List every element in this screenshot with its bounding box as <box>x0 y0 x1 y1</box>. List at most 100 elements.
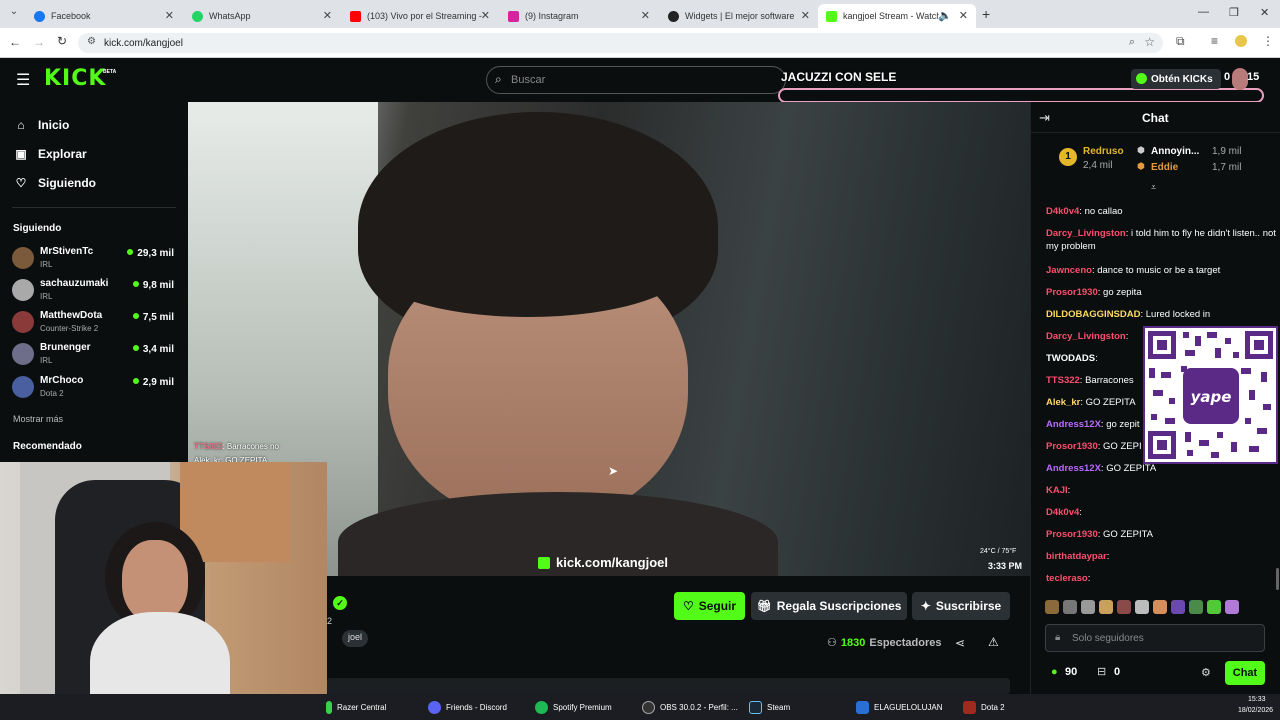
taskbar-item[interactable]: Steam <box>749 699 790 715</box>
chat-username[interactable]: tecleraso <box>1046 573 1088 584</box>
maximize-icon[interactable]: ❐ <box>1229 6 1239 19</box>
extensions-icon[interactable]: ⧉ <box>1176 34 1185 49</box>
taskbar-item[interactable]: Spotify Premium <box>535 699 612 715</box>
chat-username[interactable]: D4k0v4 <box>1046 507 1079 518</box>
chat-username[interactable]: Prosor1930 <box>1046 441 1098 452</box>
chat-username[interactable]: Andress12X <box>1046 419 1101 430</box>
search-input[interactable]: ⌕ Buscar <box>486 66 786 94</box>
minimize-icon[interactable]: — <box>1198 6 1209 18</box>
reload-icon[interactable]: ↻ <box>57 34 67 48</box>
chat-input[interactable]: 🔒︎ Solo seguidores <box>1045 624 1265 652</box>
browser-menu-icon[interactable]: ⋮ <box>1262 34 1274 48</box>
zoom-icon[interactable]: ⌕ <box>1129 36 1135 49</box>
emote-icon[interactable] <box>1135 600 1149 614</box>
window-close-icon[interactable]: ✕ <box>1260 6 1269 19</box>
subscribe-button[interactable]: ✦ Suscribirse <box>912 592 1010 620</box>
close-icon[interactable]: ✕ <box>165 9 174 22</box>
taskbar-item[interactable]: ELAGUELOLUJAN <box>856 699 942 715</box>
overlay-progress-bar <box>778 88 1264 103</box>
taskbar-item[interactable]: OBS 30.0.2 - Perfil: ... <box>642 699 738 715</box>
tab-whatsapp[interactable]: WhatsApp ✕ <box>184 4 340 28</box>
taskbar-item[interactable]: Friends - Discord <box>428 699 507 715</box>
channel-item[interactable]: Brunenger IRL 3,4 mil <box>12 340 176 368</box>
emote-icon[interactable] <box>1153 600 1167 614</box>
close-icon[interactable]: ✕ <box>959 9 968 22</box>
close-icon[interactable]: ✕ <box>323 9 332 22</box>
emote-icon[interactable] <box>1225 600 1239 614</box>
address-bar[interactable]: ⚙ kick.com/kangjoel ⌕ ☆ <box>78 33 1163 53</box>
emote-icon[interactable] <box>1189 600 1203 614</box>
site-info-icon[interactable]: ⚙ <box>87 36 96 47</box>
sidebar-item-siguiendo[interactable]: ♡ Siguiendo <box>14 176 96 190</box>
settings-gear-icon[interactable]: ⚙ <box>1201 666 1211 679</box>
tab-instagram[interactable]: (9) Instagram ✕ <box>500 4 658 28</box>
get-kicks-button[interactable]: Obtén KICKs <box>1131 69 1221 89</box>
emote-icon[interactable] <box>1207 600 1221 614</box>
taskbar-date[interactable]: 18/02/2026 <box>1238 707 1273 714</box>
chat-username[interactable]: Prosor1930 <box>1046 287 1098 298</box>
emote-icon[interactable] <box>1045 600 1059 614</box>
menu-icon[interactable]: ☰ <box>16 70 30 90</box>
back-icon[interactable]: ← <box>9 35 21 49</box>
emote-icon[interactable] <box>1063 600 1077 614</box>
tab-search-icon[interactable]: ⌄ <box>6 6 22 22</box>
chat-message: Darcy_Livingston: i told him to fly he d… <box>1046 227 1276 253</box>
points-count[interactable]: 90 <box>1065 666 1077 678</box>
taskbar-item[interactable]: Dota 2 <box>963 699 1005 715</box>
channel-item[interactable]: sachauzumaki IRL 9,8 mil <box>12 276 176 304</box>
emote-icon[interactable] <box>1171 600 1185 614</box>
tab-kick[interactable]: kangjoel Stream - Watch Li🔈 ✕ <box>818 4 976 28</box>
emote-icon[interactable] <box>1117 600 1131 614</box>
chat-username[interactable]: Alek_kr <box>1046 397 1080 408</box>
share-icon[interactable]: ⋖ <box>955 636 965 650</box>
kick-logo[interactable]: KICK <box>44 66 106 91</box>
chat-username[interactable]: D4k0v4 <box>1046 206 1079 217</box>
speaker-icon[interactable]: 🔈 <box>938 9 952 22</box>
chat-username[interactable]: Prosor1930 <box>1046 529 1098 540</box>
close-icon[interactable]: ✕ <box>801 9 810 22</box>
taskbar-time[interactable]: 15:33 <box>1248 696 1266 703</box>
chat-scrollbar[interactable] <box>1276 568 1279 590</box>
tab-youtube[interactable]: (103) Vivo por el Streaming - Yo ✕ <box>342 4 498 28</box>
emote-icon[interactable] <box>1081 600 1095 614</box>
tab-widgets[interactable]: Widgets | El mejor software par ✕ <box>660 4 818 28</box>
report-icon[interactable]: ⚠ <box>988 635 999 649</box>
sidebar-item-inicio[interactable]: ⌂ Inicio <box>14 118 69 132</box>
chat-username[interactable]: DILDOBAGGINSDAD <box>1046 309 1140 320</box>
chat-username[interactable]: Andress12X <box>1046 463 1101 474</box>
chat-input-placeholder: Solo seguidores <box>1072 632 1144 644</box>
taskbar-item[interactable]: Razer Central <box>326 699 386 715</box>
chat-username[interactable]: TTS322 <box>1046 375 1080 386</box>
gift-count[interactable]: 0 <box>1114 666 1120 678</box>
chat-username[interactable]: birthatdaypar <box>1046 551 1107 562</box>
chat-send-button[interactable]: Chat <box>1225 661 1265 685</box>
chat-username[interactable]: Darcy_Livingston <box>1046 331 1126 342</box>
chat-username[interactable]: Darcy_Livingston <box>1046 228 1126 239</box>
sidebar-item-explorar[interactable]: ▣ Explorar <box>14 147 86 161</box>
stream-tag[interactable]: joel <box>342 630 369 647</box>
close-icon[interactable]: ✕ <box>481 9 490 22</box>
razer-icon <box>326 700 332 714</box>
close-icon[interactable]: ✕ <box>641 9 650 22</box>
reading-list-icon[interactable]: ≡ <box>1211 34 1218 48</box>
emote-icon[interactable] <box>1099 600 1113 614</box>
forward-icon[interactable]: → <box>33 35 45 49</box>
chat-username[interactable]: Jawnceno <box>1046 265 1092 276</box>
chat-username[interactable]: TWODADS <box>1046 353 1095 364</box>
follow-button[interactable]: ♡ Seguir <box>674 592 745 620</box>
overlay-chat-line: TTS322: Barracones no <box>194 442 279 451</box>
chat-separator: : <box>1067 485 1071 496</box>
chat-username[interactable]: KAJI <box>1046 485 1068 496</box>
expand-icon[interactable]: ⩡ <box>1151 182 1156 193</box>
profile-icon[interactable] <box>1235 35 1247 47</box>
channel-item[interactable]: MatthewDota Counter-Strike 2 7,5 mil <box>12 308 176 336</box>
avatar[interactable] <box>1232 68 1248 90</box>
bookmark-icon[interactable]: ☆ <box>1144 35 1155 49</box>
collapse-chat-icon[interactable]: ⇥ <box>1039 110 1050 126</box>
tab-facebook[interactable]: Facebook ✕ <box>26 4 182 28</box>
channel-item[interactable]: MrChoco Dota 2 2,9 mil <box>12 373 176 401</box>
show-more-link[interactable]: Mostrar más <box>13 414 63 424</box>
channel-item[interactable]: MrStivenTc IRL 29,3 mil <box>12 244 176 272</box>
gift-subs-button[interactable]: 🎁︎ Regala Suscripciones <box>751 592 907 620</box>
new-tab-icon[interactable]: + <box>982 6 990 22</box>
